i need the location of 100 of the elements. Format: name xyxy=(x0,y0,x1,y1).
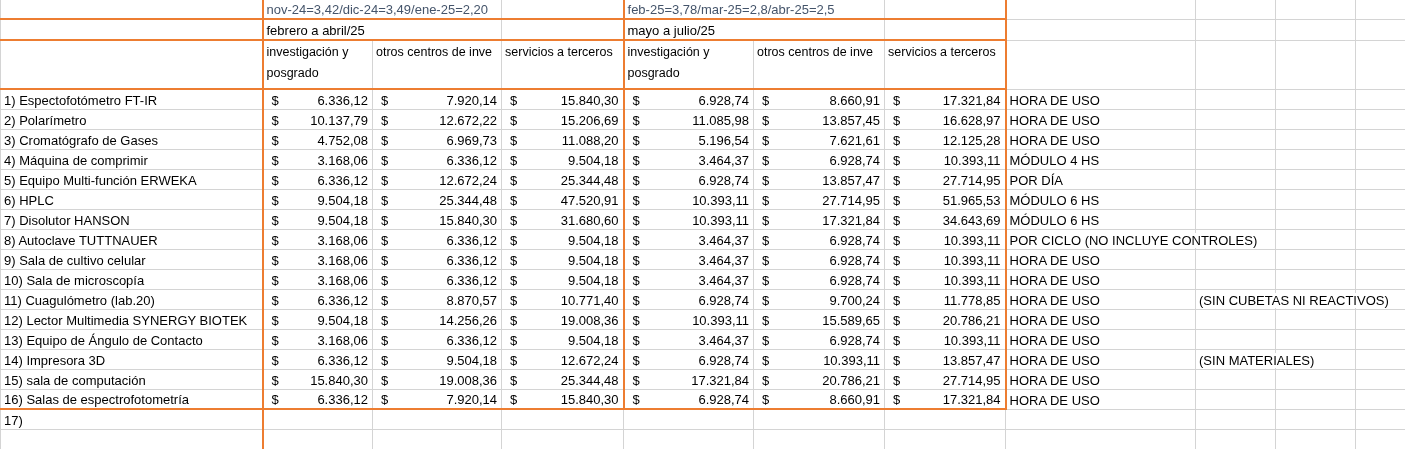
price-value: 6.928,74 xyxy=(829,332,880,349)
price-value: 6.336,12 xyxy=(317,92,368,109)
price-value: 15.840,30 xyxy=(560,392,619,408)
price-value: 3.464,37 xyxy=(698,252,749,269)
price-value: 10.393,11 xyxy=(692,192,749,209)
currency-symbol: $ xyxy=(762,392,770,408)
price-value: 20.786,21 xyxy=(942,312,1001,329)
price-value: 31.680,60 xyxy=(560,212,619,229)
price-value: 10.393,11 xyxy=(943,152,1001,169)
currency-symbol: $ xyxy=(893,312,901,329)
currency-symbol: $ xyxy=(510,212,518,229)
price-value: 15.589,65 xyxy=(822,312,880,329)
currency-symbol: $ xyxy=(762,332,770,349)
currency-symbol: $ xyxy=(632,192,640,209)
currency-symbol: $ xyxy=(510,152,518,169)
price-value: 15.840,30 xyxy=(560,92,619,109)
price-value: 8.660,91 xyxy=(829,392,880,408)
billing-unit: POR CICLO (NO INCLUYE CONTROLES) xyxy=(1009,232,1258,248)
currency-symbol: $ xyxy=(893,212,901,229)
currency-symbol: $ xyxy=(762,272,770,289)
equipment-name: 17) xyxy=(4,412,23,428)
price-value: 6.336,12 xyxy=(446,232,497,249)
price-value: 3.168,06 xyxy=(317,252,368,269)
price-value: 9.504,18 xyxy=(317,312,368,329)
price-value: 13.857,47 xyxy=(942,352,1001,369)
currency-symbol: $ xyxy=(381,352,389,369)
price-value: 12.672,22 xyxy=(439,112,497,129)
currency-symbol: $ xyxy=(381,232,389,249)
currency-symbol: $ xyxy=(381,112,389,129)
price-value: 7.920,14 xyxy=(446,92,497,109)
price-value: 7.920,14 xyxy=(446,392,497,408)
price-value: 3.464,37 xyxy=(698,152,749,169)
currency-symbol: $ xyxy=(893,172,901,189)
price-value: 9.504,18 xyxy=(317,192,368,209)
price-value: 10.771,40 xyxy=(560,292,619,309)
currency-symbol: $ xyxy=(381,272,389,289)
currency-symbol: $ xyxy=(893,252,901,269)
price-value: 12.125,28 xyxy=(942,132,1001,149)
price-value: 9.504,18 xyxy=(567,232,619,249)
price-value: 8.660,91 xyxy=(829,92,880,109)
price-value: 25.344,48 xyxy=(560,372,619,389)
price-value: 6.336,12 xyxy=(446,272,497,289)
period-label: mayo a julio/25 xyxy=(627,23,715,38)
price-value: 9.504,18 xyxy=(567,272,619,289)
price-value: 15.840,30 xyxy=(439,212,497,229)
currency-symbol: $ xyxy=(271,212,279,229)
remark-text: (SIN CUBETAS NI REACTIVOS) xyxy=(1199,292,1389,308)
currency-symbol: $ xyxy=(632,212,640,229)
price-value: 9.504,18 xyxy=(567,252,619,269)
billing-unit: POR DÍA xyxy=(1009,172,1063,188)
currency-symbol: $ xyxy=(632,272,640,289)
currency-symbol: $ xyxy=(893,232,901,249)
price-value: 10.393,11 xyxy=(943,232,1001,249)
price-value: 10.137,79 xyxy=(310,112,368,129)
currency-symbol: $ xyxy=(271,112,279,129)
price-value: 10.393,11 xyxy=(692,212,749,229)
price-value: 8.870,57 xyxy=(446,292,497,309)
currency-symbol: $ xyxy=(762,152,770,169)
price-value: 3.464,37 xyxy=(698,332,749,349)
currency-symbol: $ xyxy=(381,252,389,269)
currency-symbol: $ xyxy=(762,292,770,309)
price-value: 6.336,12 xyxy=(317,352,368,369)
currency-symbol: $ xyxy=(762,92,770,109)
currency-symbol: $ xyxy=(762,252,770,269)
price-value: 11.088,20 xyxy=(561,132,619,149)
currency-symbol: $ xyxy=(271,272,279,289)
currency-symbol: $ xyxy=(271,92,279,109)
price-value: 3.168,06 xyxy=(317,232,368,249)
currency-symbol: $ xyxy=(510,192,518,209)
currency-symbol: $ xyxy=(510,392,518,408)
price-value: 9.504,18 xyxy=(446,352,497,369)
equipment-name: 16) Salas de espectrofotometría xyxy=(4,392,189,407)
price-value: 6.928,74 xyxy=(698,92,749,109)
currency-symbol: $ xyxy=(510,92,518,109)
currency-symbol: $ xyxy=(381,152,389,169)
price-value: 19.008,36 xyxy=(560,312,619,329)
currency-symbol: $ xyxy=(271,372,279,389)
price-value: 6.969,73 xyxy=(446,132,497,149)
price-value: 10.393,11 xyxy=(823,352,880,369)
price-value: 3.168,06 xyxy=(317,332,368,349)
currency-symbol: $ xyxy=(381,332,389,349)
price-value: 17.321,84 xyxy=(822,212,880,229)
currency-symbol: $ xyxy=(632,392,640,408)
currency-symbol: $ xyxy=(762,352,770,369)
price-value: 34.643,69 xyxy=(942,212,1001,229)
price-value: 11.778,85 xyxy=(943,292,1001,309)
currency-symbol: $ xyxy=(893,192,901,209)
currency-symbol: $ xyxy=(510,252,518,269)
currency-symbol: $ xyxy=(893,372,901,389)
currency-symbol: $ xyxy=(381,372,389,389)
price-value: 27.714,95 xyxy=(942,172,1001,189)
currency-symbol: $ xyxy=(271,392,279,408)
price-value: 7.621,61 xyxy=(829,132,880,149)
currency-symbol: $ xyxy=(762,312,770,329)
price-value: 6.928,74 xyxy=(829,272,880,289)
currency-symbol: $ xyxy=(632,372,640,389)
currency-symbol: $ xyxy=(271,132,279,149)
currency-symbol: $ xyxy=(762,372,770,389)
price-value: 15.840,30 xyxy=(310,372,368,389)
price-value: 6.336,12 xyxy=(446,332,497,349)
